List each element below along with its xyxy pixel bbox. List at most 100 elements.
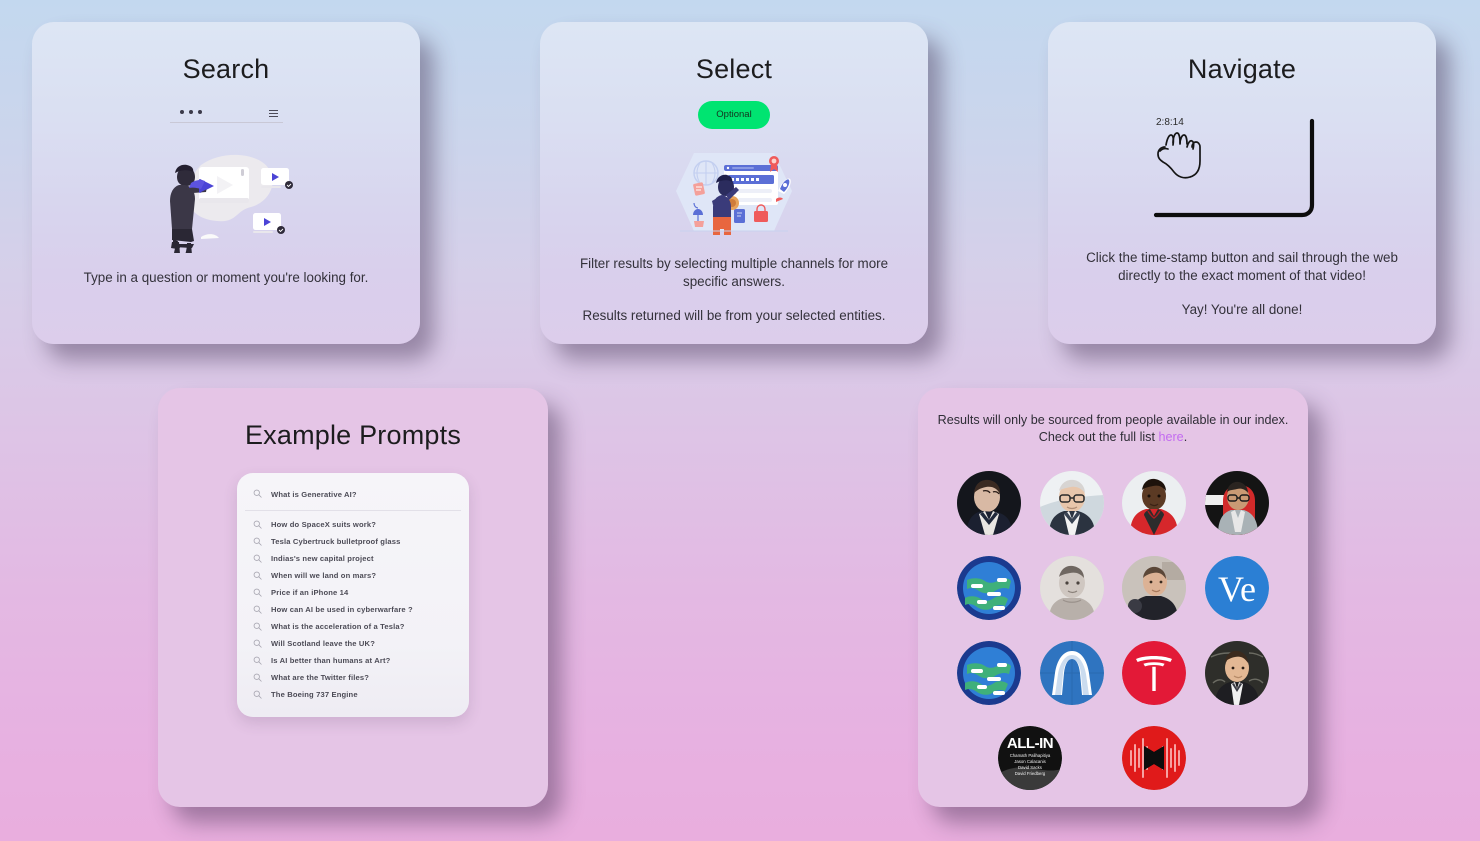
- tim-cook-avatar[interactable]: [1039, 470, 1104, 535]
- navigate-card-description-1: Click the time-stamp button and sail thr…: [1086, 250, 1398, 283]
- veritasium-avatar[interactable]: Ve: [1204, 555, 1269, 620]
- arch-logo-avatar[interactable]: [1039, 640, 1104, 705]
- search-icon: [253, 635, 271, 653]
- all-in-podcast-avatar[interactable]: ALL-IN Chamath Palihapitiya Jason Calacani…: [998, 725, 1063, 790]
- prompt-text: Is AI better than humans at Art?: [271, 656, 391, 665]
- select-card-title: Select: [695, 54, 773, 84]
- menu-icon: [268, 110, 278, 118]
- search-card-description: Type in a question or moment you're look…: [83, 270, 369, 285]
- avatar-cell: [1031, 545, 1114, 630]
- select-card: Select Optional Filter results by select…: [540, 22, 928, 344]
- prompt-text: Price if an iPhone 14: [271, 588, 349, 597]
- search-card: Search Type in a question or moment you'…: [32, 22, 420, 344]
- svg-text:Chamath Palihapitiya: Chamath Palihapitiya: [1010, 753, 1051, 758]
- sam-altman-avatar[interactable]: [1039, 555, 1104, 620]
- prompt-item[interactable]: The Boeing 737 Engine: [237, 686, 469, 703]
- kurzgesagt-avatar-2[interactable]: [957, 640, 1022, 705]
- avatar-cell: [1196, 630, 1279, 715]
- search-icon: [253, 567, 271, 585]
- navigate-card: Navigate 2:8:14 Click the time-stamp but…: [1048, 22, 1436, 344]
- index-note-line-2-prefix: Check out the full list: [1038, 430, 1159, 444]
- prompt-item[interactable]: Price if an iPhone 14: [237, 584, 469, 601]
- svg-text:David Friedberg: David Friedberg: [1015, 771, 1046, 776]
- prompt-list-panel: What is Generative AI? How do SpaceX sui…: [237, 473, 469, 717]
- search-icon: [253, 516, 271, 534]
- prompt-item[interactable]: How can AI be used in cyberwarfare ?: [237, 601, 469, 618]
- prompt-item[interactable]: When will we land on mars?: [237, 567, 469, 584]
- search-icon: [253, 686, 271, 704]
- avatar-cell: [948, 460, 1031, 545]
- prompt-text: How can AI be used in cyberwarfare ?: [271, 605, 413, 614]
- search-icon: [253, 485, 271, 503]
- prompt-divider: [245, 510, 461, 511]
- person-video-illustration: [141, 135, 311, 257]
- lex-guest-avatar[interactable]: [1122, 555, 1187, 620]
- example-prompts-card: Example Prompts What is Generative AI? H…: [158, 388, 548, 807]
- prompt-text: What is the acceleration of a Tesla?: [271, 622, 405, 631]
- search-icon: [253, 550, 271, 568]
- kurzgesagt-avatar[interactable]: [957, 555, 1022, 620]
- search-icon: [253, 652, 271, 670]
- prompt-item-featured[interactable]: What is Generative AI?: [237, 481, 469, 507]
- avatar-cell: [1113, 630, 1196, 715]
- index-card: Results will only be sourced from people…: [918, 388, 1308, 807]
- prompt-text: What are the Twitter files?: [271, 673, 369, 682]
- svg-text:David Sacks: David Sacks: [1018, 765, 1042, 770]
- prompt-item[interactable]: Will Scotland leave the UK?: [237, 635, 469, 652]
- prompt-text: Tesla Cybertruck bulletproof glass: [271, 537, 401, 546]
- select-card-description-2: Results returned will be from your selec…: [582, 308, 886, 323]
- navigate-card-description-2: Yay! You're all done!: [1181, 302, 1303, 317]
- svg-text:ALL-IN: ALL-IN: [1007, 735, 1053, 752]
- prompt-item[interactable]: Indias's new capital project: [237, 550, 469, 567]
- three-dots-icon: [179, 110, 202, 114]
- avatar-cell: [1113, 545, 1196, 630]
- waveform-podcast-avatar[interactable]: [1121, 725, 1186, 790]
- elon-musk-avatar[interactable]: [957, 470, 1022, 535]
- search-icon: [253, 533, 271, 551]
- prompt-text: How do SpaceX suits work?: [271, 520, 377, 529]
- search-icon: [253, 669, 271, 687]
- avatar-cell: [1031, 460, 1114, 545]
- avatar-cell: [1031, 630, 1114, 715]
- prompt-text: Will Scotland leave the UK?: [271, 639, 375, 648]
- timestamp-hand-illustration: 2:8:14: [1122, 103, 1362, 233]
- prompt-item[interactable]: How do SpaceX suits work?: [237, 516, 469, 533]
- select-card-description-1: Filter results by selecting multiple cha…: [579, 256, 889, 289]
- prompt-text: Indias's new capital project: [271, 554, 374, 563]
- search-card-title: Search: [182, 54, 270, 84]
- avatar-cell: [948, 545, 1031, 630]
- search-icon: [253, 584, 271, 602]
- avatar-grid: Ve ALL-IN Chamath Palihapitiya Jason Calaca…: [948, 460, 1278, 800]
- prompt-item[interactable]: What is the acceleration of a Tesla?: [237, 618, 469, 635]
- avatar-cell: [948, 630, 1031, 715]
- full-list-link[interactable]: here: [1158, 430, 1183, 444]
- avatar-cell: [1196, 460, 1279, 545]
- example-prompts-title: Example Prompts: [244, 420, 462, 450]
- tesla-avatar[interactable]: [1122, 640, 1187, 705]
- prompt-item[interactable]: Tesla Cybertruck bulletproof glass: [237, 533, 469, 550]
- svg-text:Jason Calacanis: Jason Calacanis: [1014, 759, 1046, 764]
- prompt-item[interactable]: What are the Twitter files?: [237, 669, 469, 686]
- search-icon: [253, 618, 271, 636]
- timestamp-text: 2:8:14: [1156, 117, 1184, 128]
- search-bar-rule: [169, 121, 283, 123]
- search-icon: [253, 601, 271, 619]
- channel-selection-illustration: [670, 147, 798, 243]
- prompt-item[interactable]: Is AI better than humans at Art?: [237, 652, 469, 669]
- avatar-cell: [1113, 715, 1196, 800]
- lecture-speaker-avatar[interactable]: [1204, 640, 1269, 705]
- prompt-text: When will we land on mars?: [271, 571, 377, 580]
- sundar-pichai-avatar[interactable]: [1204, 470, 1269, 535]
- index-note-line-1: Results will only be sourced from people…: [937, 413, 1289, 427]
- mkbhd-avatar[interactable]: [1122, 470, 1187, 535]
- page-root: Search Type in a question or moment you'…: [0, 0, 1480, 841]
- svg-text:Ve: Ve: [1218, 569, 1256, 609]
- prompt-text: The Boeing 737 Engine: [271, 690, 358, 699]
- index-note-line-2-suffix: .: [1183, 430, 1188, 444]
- index-note: Results will only be sourced from people…: [918, 388, 1308, 446]
- avatar-cell: ALL-IN Chamath Palihapitiya Jason Calacani…: [989, 715, 1072, 800]
- avatar-cell: [1113, 460, 1196, 545]
- prompt-list: How do SpaceX suits work? Tesla Cybertruc…: [237, 516, 469, 703]
- search-bar-illustration: [169, 107, 283, 123]
- prompt-text: What is Generative AI?: [271, 489, 357, 499]
